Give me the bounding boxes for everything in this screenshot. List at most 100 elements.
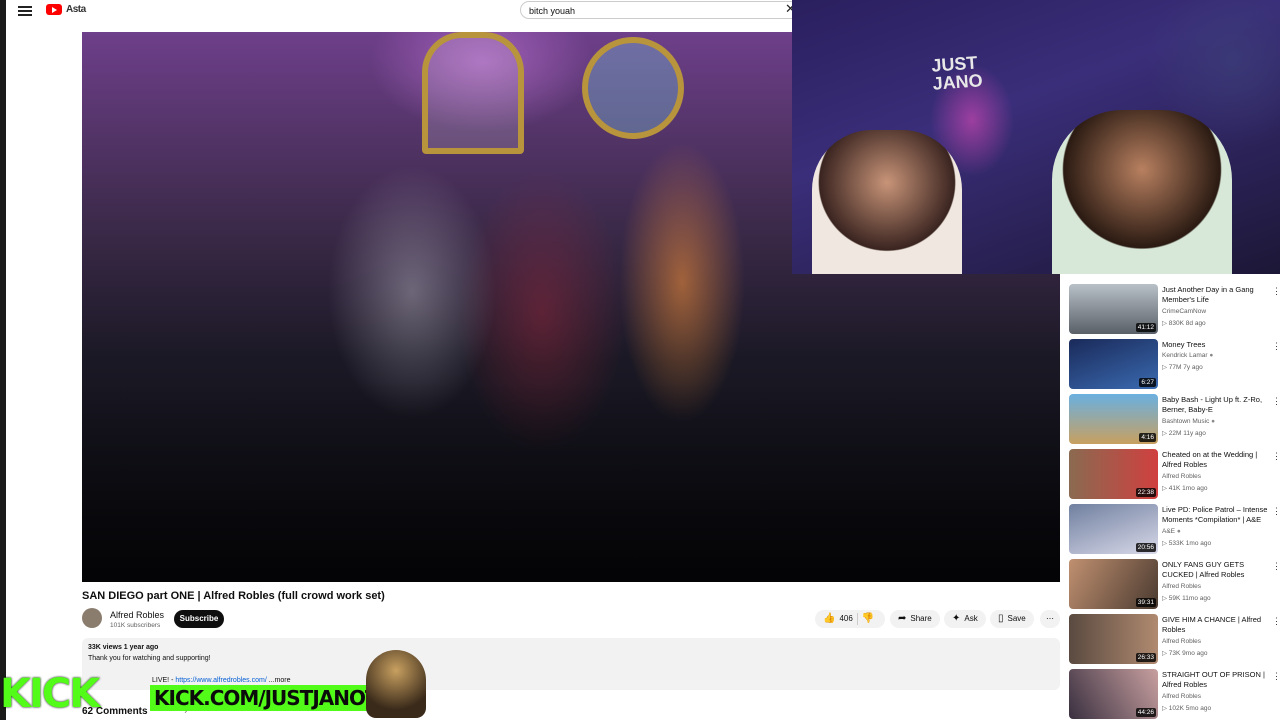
video-scene-mirror <box>422 32 524 154</box>
video-thumbnail[interactable]: 6:27 <box>1069 339 1158 389</box>
video-thumbnail[interactable]: 20:56 <box>1069 504 1158 554</box>
share-button[interactable]: ➦ Share <box>890 610 940 628</box>
video-duration: 20:56 <box>1135 543 1156 552</box>
top-bar: Asta bitch youah <box>6 0 802 22</box>
recommendation-title[interactable]: STRAIGHT OUT OF PRISON | Alfred Robles <box>1162 670 1272 690</box>
recommendation-item[interactable]: 22:38 Cheated on at the Wedding | Alfred… <box>1068 449 1280 499</box>
webcam-person-right <box>1052 110 1232 274</box>
more-options-icon[interactable]: ⋮ <box>1272 561 1280 572</box>
kick-logo: KICK <box>0 671 100 717</box>
recommendation-channel[interactable]: A&E ● <box>1162 528 1181 535</box>
recommendation-item[interactable]: 6:27 Money Trees Kendrick Lamar ● ▷ 77M … <box>1068 339 1280 389</box>
search-input[interactable]: bitch youah <box>520 1 802 19</box>
subscriber-count: 101K subscribers <box>110 622 161 629</box>
channel-label: Bashtown Music <box>1162 418 1210 425</box>
more-options-icon[interactable]: ⋮ <box>1272 341 1280 352</box>
view-count-and-date: 33K views 1 year ago <box>88 644 159 651</box>
recommendation-title[interactable]: ONLY FANS GUY GETS CUCKED | Alfred Roble… <box>1162 560 1272 580</box>
recommendation-item[interactable]: 39:31 ONLY FANS GUY GETS CUCKED | Alfred… <box>1068 559 1280 609</box>
webcam-neon-sign: JUST JANO <box>930 52 984 94</box>
video-thumbnail[interactable]: 26:33 <box>1069 614 1158 664</box>
recommendation-title[interactable]: Just Another Day in a Gang Member's Life <box>1162 285 1272 305</box>
thumbs-up-icon[interactable]: 👍 <box>823 610 835 628</box>
recommendation-title[interactable]: Money Trees <box>1162 340 1272 350</box>
recommendation-item[interactable]: 4:16 Baby Bash - Light Up ft. Z-Ro, Bern… <box>1068 394 1280 444</box>
recommendation-stats: ▷ 102K 5mo ago <box>1162 705 1212 712</box>
streamer-avatar <box>366 650 426 718</box>
video-thumbnail[interactable]: 4:16 <box>1069 394 1158 444</box>
video-scene-round-frame <box>582 37 684 139</box>
recommendations-list: 41:12 Just Another Day in a Gang Member'… <box>1068 274 1280 720</box>
recommendation-channel[interactable]: Alfred Robles <box>1162 473 1201 480</box>
like-dislike-group: 👍 406 👎 <box>815 610 885 628</box>
recommendation-stats: ▷ 41K 1mo ago <box>1162 485 1208 492</box>
streamer-webcam: JUST JANO <box>792 0 1280 274</box>
recommendation-stats: ▷ 73K 9mo ago <box>1162 650 1208 657</box>
recommendation-channel[interactable]: Alfred Robles <box>1162 583 1201 590</box>
more-options-icon[interactable]: ⋮ <box>1272 451 1280 462</box>
recommendation-item[interactable]: 20:56 Live PD: Police Patrol – Intense M… <box>1068 504 1280 554</box>
ask-label: Ask <box>964 614 978 623</box>
recommendation-item[interactable]: 26:33 GIVE HIM A CHANCE | Alfred Robles … <box>1068 614 1280 664</box>
kick-overlay-banner: KICK KICK.COM/JUSTJANOTV <box>0 650 430 720</box>
recommendation-item[interactable]: 41:12 Just Another Day in a Gang Member'… <box>1068 284 1280 334</box>
description-text: Thank you for watching and supporting! <box>88 655 211 662</box>
bookmark-icon: ▯ <box>998 613 1004 624</box>
video-duration: 41:12 <box>1135 323 1156 332</box>
channel-avatar[interactable] <box>82 608 102 628</box>
ask-button[interactable]: ✦ Ask <box>944 610 986 628</box>
more-options-icon[interactable]: ⋮ <box>1272 671 1280 682</box>
video-duration: 22:38 <box>1135 488 1156 497</box>
kick-url: KICK.COM/JUSTJANOTV <box>150 685 397 711</box>
video-thumbnail[interactable]: 44:26 <box>1069 669 1158 719</box>
recommendation-item[interactable]: 44:26 STRAIGHT OUT OF PRISON | Alfred Ro… <box>1068 669 1280 719</box>
video-duration: 26:33 <box>1135 653 1156 662</box>
youtube-logo[interactable]: Asta <box>46 4 86 15</box>
subscribe-button[interactable]: Subscribe <box>174 610 224 628</box>
recommendation-channel[interactable]: Bashtown Music ● <box>1162 418 1215 425</box>
channel-name[interactable]: Alfred Robles <box>110 610 164 620</box>
video-thumbnail[interactable]: 39:31 <box>1069 559 1158 609</box>
video-duration: 4:16 <box>1139 433 1156 442</box>
verified-icon: ● <box>1209 352 1214 359</box>
left-stream-border <box>0 0 6 720</box>
recommendation-title[interactable]: Cheated on at the Wedding | Alfred Roble… <box>1162 450 1272 470</box>
hamburger-menu-icon[interactable] <box>18 4 32 18</box>
like-count[interactable]: 406 <box>839 610 852 628</box>
youtube-play-icon <box>46 4 62 15</box>
more-options-icon[interactable]: ⋮ <box>1272 506 1280 517</box>
more-options-icon[interactable]: ⋮ <box>1272 616 1280 627</box>
like-divider <box>856 613 858 625</box>
video-duration: 39:31 <box>1135 598 1156 607</box>
share-label: Share <box>910 614 932 623</box>
webcam-neon-sign-text: JUST JANO <box>930 52 984 94</box>
video-scene-crowd <box>82 382 1060 582</box>
webcam-person-left <box>812 130 962 274</box>
recommendation-channel[interactable]: CrimeCamNow <box>1162 308 1206 315</box>
recommendation-stats: ▷ 59K 11mo ago <box>1162 595 1211 602</box>
recommendation-stats: ▷ 22M 11y ago <box>1162 430 1206 437</box>
recommendation-title[interactable]: Baby Bash - Light Up ft. Z-Ro, Berner, B… <box>1162 395 1272 415</box>
channel-label: A&E <box>1162 528 1176 535</box>
more-horizontal-icon: ⋯ <box>1046 614 1054 623</box>
recommendation-title[interactable]: GIVE HIM A CHANCE | Alfred Robles <box>1162 615 1272 635</box>
recommendation-title[interactable]: Live PD: Police Patrol – Intense Moments… <box>1162 505 1272 525</box>
recommendation-stats: ▷ 830K 8d ago <box>1162 320 1206 327</box>
more-options-icon[interactable]: ⋮ <box>1272 396 1280 407</box>
thumbs-down-icon[interactable]: 👎 <box>862 610 874 628</box>
logo-text: Asta <box>66 4 86 15</box>
video-title: SAN DIEGO part ONE | Alfred Robles (full… <box>82 590 385 602</box>
search-query: bitch youah <box>529 6 576 16</box>
more-actions-button[interactable]: ⋯ <box>1040 610 1060 628</box>
recommendation-channel[interactable]: Alfred Robles <box>1162 693 1201 700</box>
recommendation-channel[interactable]: Kendrick Lamar ● <box>1162 352 1213 359</box>
sparkle-icon: ✦ <box>952 613 961 624</box>
recommendation-channel[interactable]: Alfred Robles <box>1162 638 1201 645</box>
video-thumbnail[interactable]: 41:12 <box>1069 284 1158 334</box>
save-button[interactable]: ▯ Save <box>990 610 1034 628</box>
video-thumbnail[interactable]: 22:38 <box>1069 449 1158 499</box>
recommendation-stats: ▷ 77M 7y ago <box>1162 364 1203 371</box>
verified-icon: ● <box>1176 528 1181 535</box>
more-options-icon[interactable]: ⋮ <box>1272 286 1280 297</box>
save-label: Save <box>1007 614 1026 623</box>
